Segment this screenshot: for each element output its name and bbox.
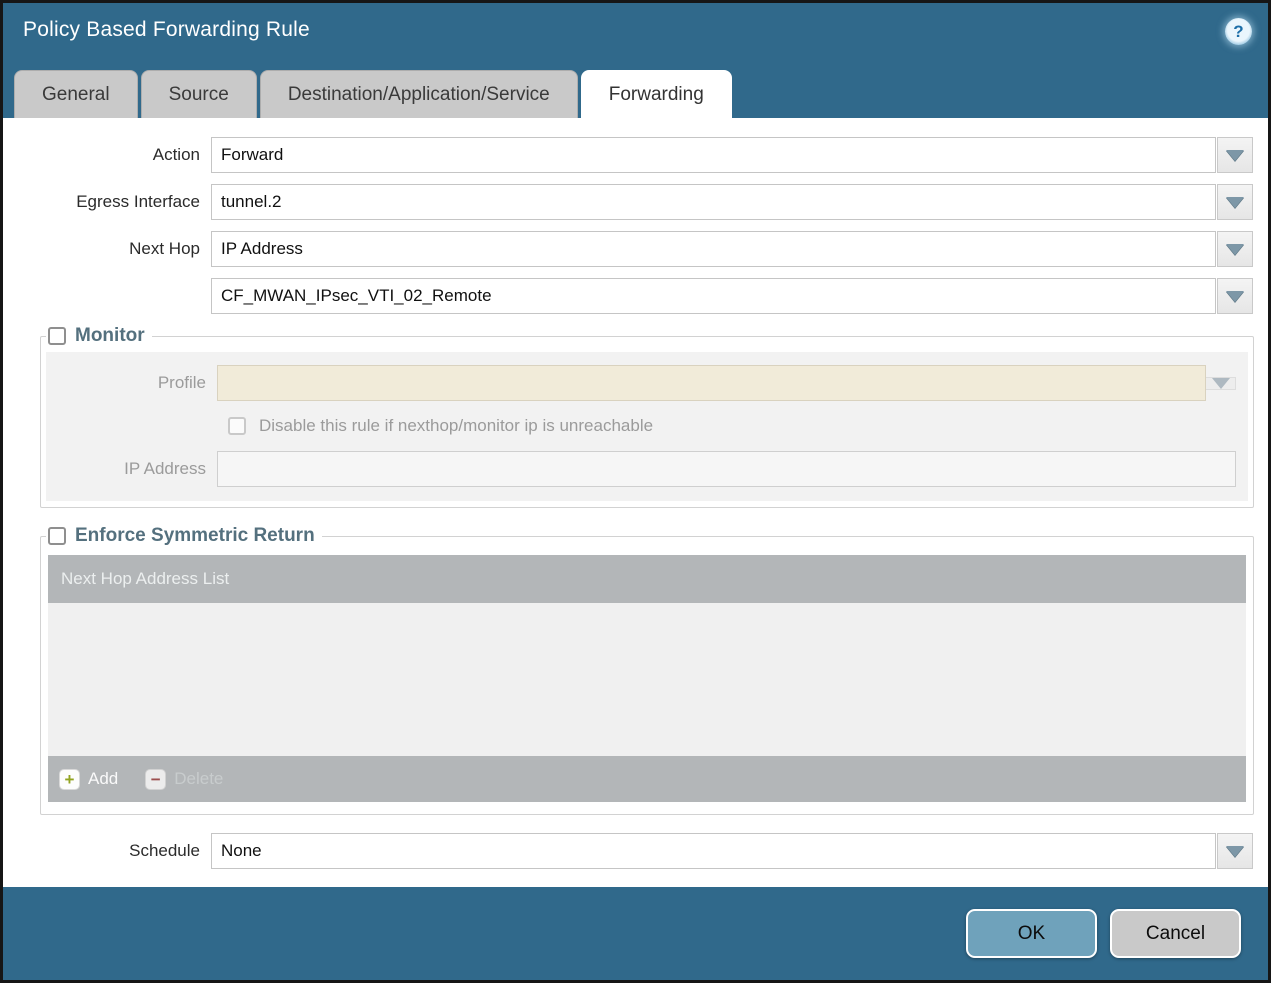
plus-icon: + (59, 769, 80, 790)
action-row: Action Forward (3, 137, 1253, 173)
ok-button[interactable]: OK (966, 909, 1097, 958)
chevron-down-icon (1226, 150, 1244, 161)
add-button-label: Add (88, 769, 118, 789)
schedule-value[interactable]: None (211, 833, 1216, 869)
egress-interface-combo: tunnel.2 (211, 184, 1253, 220)
tab-content-forwarding: Action Forward Egress Interface tunnel.2… (3, 118, 1268, 887)
monitor-legend: Monitor (46, 325, 152, 347)
disable-rule-row: Disable this rule if nexthop/monitor ip … (228, 416, 1236, 436)
monitor-section: Monitor Profile Disable this rule if nex… (40, 325, 1254, 508)
chevron-down-icon (1212, 378, 1230, 389)
tab-bar: General Source Destination/Application/S… (3, 70, 1268, 118)
chevron-down-icon (1226, 197, 1244, 208)
tab-forwarding[interactable]: Forwarding (581, 70, 732, 118)
next-hop-address-row: CF_MWAN_IPsec_VTI_02_Remote (3, 278, 1253, 314)
next-hop-value[interactable]: IP Address (211, 231, 1216, 267)
schedule-row: Schedule None (3, 833, 1253, 869)
enforce-legend-label: Enforce Symmetric Return (75, 525, 315, 547)
chevron-down-icon (1226, 244, 1244, 255)
profile-row: Profile (46, 365, 1236, 401)
monitor-legend-label: Monitor (75, 325, 145, 347)
add-button[interactable]: + Add (59, 769, 118, 790)
chevron-down-icon (1226, 291, 1244, 302)
minus-icon: − (145, 769, 166, 790)
next-hop-address-list-body[interactable] (48, 603, 1246, 756)
action-value[interactable]: Forward (211, 137, 1216, 173)
help-icon[interactable]: ? (1225, 18, 1252, 45)
next-hop-address-list-toolbar: + Add − Delete (48, 756, 1246, 802)
dialog-title: Policy Based Forwarding Rule (23, 18, 310, 42)
delete-button-label: Delete (174, 769, 223, 789)
schedule-label: Schedule (3, 841, 211, 861)
action-label: Action (3, 145, 211, 165)
schedule-dropdown-button[interactable] (1217, 833, 1253, 869)
tab-source[interactable]: Source (141, 70, 257, 118)
next-hop-address-list-table: Next Hop Address List + Add − Delete (48, 555, 1246, 802)
next-hop-dropdown-button[interactable] (1217, 231, 1253, 267)
policy-based-forwarding-dialog: Policy Based Forwarding Rule ? General S… (0, 0, 1271, 983)
profile-dropdown-button (1206, 377, 1236, 390)
tab-destination-application-service[interactable]: Destination/Application/Service (260, 70, 578, 118)
tab-general[interactable]: General (14, 70, 138, 118)
egress-interface-value[interactable]: tunnel.2 (211, 184, 1216, 220)
monitor-ip-address-row: IP Address (46, 451, 1236, 487)
next-hop-combo: IP Address (211, 231, 1253, 267)
chevron-down-icon (1226, 846, 1244, 857)
next-hop-label: Next Hop (3, 239, 211, 259)
monitor-disabled-panel: Profile Disable this rule if nexthop/mon… (46, 352, 1248, 501)
egress-interface-row: Egress Interface tunnel.2 (3, 184, 1253, 220)
disable-rule-checkbox (228, 417, 246, 435)
action-dropdown-button[interactable] (1217, 137, 1253, 173)
dialog-titlebar: Policy Based Forwarding Rule ? (3, 3, 1268, 70)
next-hop-address-dropdown-button[interactable] (1217, 278, 1253, 314)
monitor-ip-address-input (217, 451, 1236, 487)
delete-button: − Delete (145, 769, 223, 790)
profile-label: Profile (46, 373, 217, 393)
profile-value (217, 365, 1206, 401)
monitor-ip-address-label: IP Address (46, 459, 217, 479)
enforce-legend: Enforce Symmetric Return (46, 525, 322, 547)
next-hop-address-list-header: Next Hop Address List (48, 555, 1246, 603)
enforce-symmetric-return-checkbox[interactable] (48, 527, 66, 545)
egress-interface-dropdown-button[interactable] (1217, 184, 1253, 220)
cancel-button[interactable]: Cancel (1110, 909, 1241, 958)
action-combo: Forward (211, 137, 1253, 173)
schedule-combo: None (211, 833, 1253, 869)
next-hop-address-combo: CF_MWAN_IPsec_VTI_02_Remote (211, 278, 1253, 314)
dialog-footer: OK Cancel (3, 887, 1268, 980)
monitor-checkbox[interactable] (48, 327, 66, 345)
enforce-symmetric-return-section: Enforce Symmetric Return Next Hop Addres… (40, 525, 1254, 815)
next-hop-row: Next Hop IP Address (3, 231, 1253, 267)
disable-rule-label: Disable this rule if nexthop/monitor ip … (259, 416, 653, 436)
next-hop-address-value[interactable]: CF_MWAN_IPsec_VTI_02_Remote (211, 278, 1216, 314)
egress-interface-label: Egress Interface (3, 192, 211, 212)
